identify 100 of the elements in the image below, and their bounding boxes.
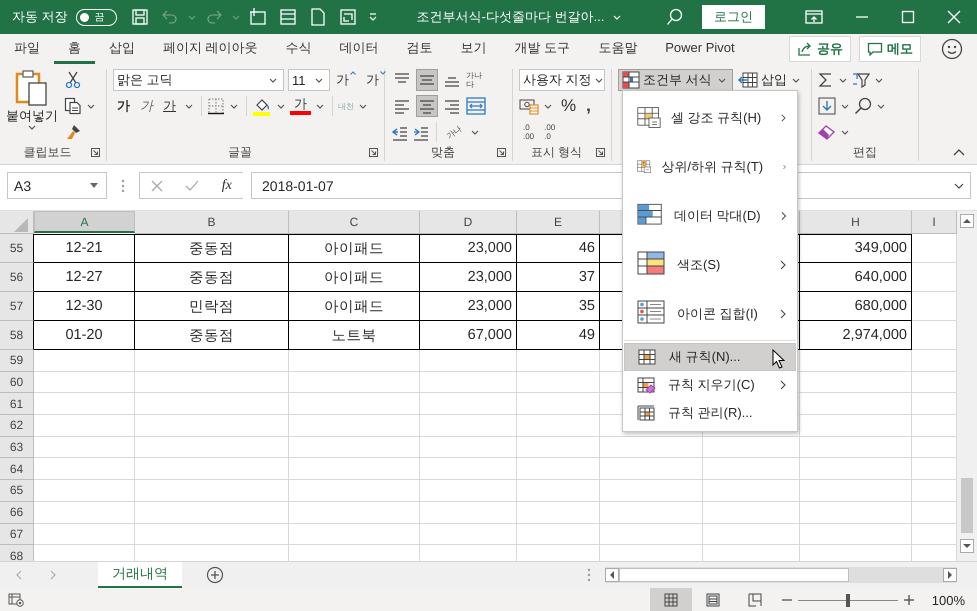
macro-status-icon[interactable] [8,593,24,607]
ribbon-tab[interactable]: 개발 도구 [500,34,584,64]
row-header[interactable]: 59 [0,350,34,372]
row-header[interactable]: 61 [0,393,34,416]
currency-format-icon[interactable] [519,97,539,115]
caret-icon[interactable] [594,78,603,82]
copy-icon[interactable] [64,97,82,115]
ribbon-tab[interactable]: Power Pivot [651,36,749,62]
caret-icon[interactable] [269,78,277,82]
sheet-tab[interactable]: 거래내역 [98,562,182,588]
search-icon[interactable] [666,8,684,26]
dialog-launcher-icon[interactable] [596,148,605,157]
column-header[interactable]: A [34,211,135,233]
borders-icon[interactable] [207,97,225,115]
row-header[interactable]: 63 [0,436,34,458]
dialog-launcher-icon[interactable] [497,148,506,157]
dialog-launcher-icon[interactable] [91,148,100,157]
dialog-launcher-icon[interactable] [369,148,378,157]
orientation-button[interactable]: 가나 [443,123,465,141]
form-icon[interactable] [278,7,298,27]
caret-icon[interactable] [87,104,95,108]
caret-icon[interactable] [718,78,726,82]
zoom-level[interactable]: 100% [932,592,965,608]
ribbon-tab[interactable]: 보기 [446,34,501,64]
maximize-icon[interactable] [901,10,915,24]
ribbon-tab[interactable]: 파일 [0,34,54,64]
scroll-left-icon[interactable] [605,568,619,582]
caret-icon[interactable] [471,130,479,134]
font-size-field[interactable]: 11 [288,69,330,91]
scroll-down-icon[interactable] [960,539,974,553]
row-header[interactable]: 65 [0,480,34,502]
ribbon-display-icon[interactable] [805,10,823,24]
menu-item[interactable]: 색조(S) [624,240,796,289]
ribbon-tab[interactable]: 수식 [272,34,326,64]
menu-item[interactable]: 규칙 지우기(C) [624,371,796,399]
close-icon[interactable] [947,10,961,24]
column-header[interactable]: H [800,211,912,234]
caret-icon[interactable] [28,125,36,130]
caret-icon[interactable] [185,104,193,108]
column-header[interactable]: C [289,211,420,234]
column-header[interactable]: E [517,211,600,234]
add-sheet-icon[interactable] [206,566,224,584]
caret-icon[interactable] [359,104,367,108]
scrollbar-thumb[interactable] [961,478,973,533]
caret-icon[interactable] [90,183,98,188]
expand-icon[interactable] [954,182,964,188]
percent-button[interactable]: % [557,96,580,116]
smiley-icon[interactable] [941,38,963,60]
frame-plus-icon[interactable] [248,7,268,27]
caret-icon[interactable] [841,104,849,108]
increase-decimal-button[interactable]: .0 .00 [519,123,538,141]
row-header[interactable]: 66 [0,502,34,524]
find-icon[interactable] [854,97,872,115]
autosum-icon[interactable] [818,72,834,88]
conditional-formatting-button[interactable]: 조건부 서식 [618,69,733,91]
caret-icon[interactable] [277,104,285,108]
eraser-icon[interactable] [818,124,836,140]
caret-icon[interactable] [544,104,552,108]
column-header[interactable]: I [912,211,957,234]
cut-icon[interactable] [64,71,82,89]
italic-button[interactable]: 가 [136,97,157,115]
comments-button[interactable]: 메모 [859,36,921,62]
sort-filter-icon[interactable] [852,72,870,88]
decrease-decimal-button[interactable]: .00 .0 [540,123,560,141]
caret-icon[interactable] [315,78,323,82]
font-color-button[interactable]: 가 [290,97,311,115]
scroll-right-icon[interactable] [943,568,957,582]
menu-item[interactable]: 새 규칙(N)... [624,343,796,371]
zoom-slider-thumb[interactable] [846,594,850,606]
underline-button[interactable]: 가 [159,97,180,115]
customize-icon[interactable] [368,13,378,21]
login-button[interactable]: 로그인 [702,5,765,29]
fill-down-icon[interactable] [818,97,836,115]
ribbon-tab[interactable]: 데이터 [326,34,393,64]
print-preview-icon[interactable] [338,7,358,27]
row-header[interactable]: 58 [0,321,34,350]
caret-icon[interactable] [841,130,849,134]
paste-button[interactable]: 붙여넣기 [6,69,58,144]
ribbon-tab[interactable]: 삽입 [95,34,149,64]
row-header[interactable]: 64 [0,458,34,480]
row-header[interactable]: 67 [0,524,34,546]
menu-item[interactable]: 규칙 관리(R)... [624,399,796,427]
column-header[interactable]: D [420,211,517,234]
ribbon-tab[interactable]: 도움말 [584,34,652,64]
row-header[interactable]: 68 [0,545,34,561]
align-middle-button[interactable] [416,69,438,91]
row-header[interactable]: 55 [0,234,34,263]
caret-icon[interactable] [792,78,800,82]
caret-icon[interactable] [839,78,847,82]
caret-icon[interactable] [230,104,238,108]
font-name-field[interactable]: 맑은 고딕 [113,69,284,91]
autosave-toggle[interactable]: 끔 [76,8,117,26]
row-header[interactable]: 56 [0,263,34,292]
name-box[interactable]: A3 [7,172,107,199]
caret-icon[interactable] [316,104,324,108]
scroll-up-icon[interactable] [960,214,974,228]
row-header[interactable]: 57 [0,292,34,321]
number-format-field[interactable]: 사용자 지정 [519,69,605,91]
save-icon[interactable] [130,7,150,27]
merge-center-icon[interactable] [466,97,486,115]
